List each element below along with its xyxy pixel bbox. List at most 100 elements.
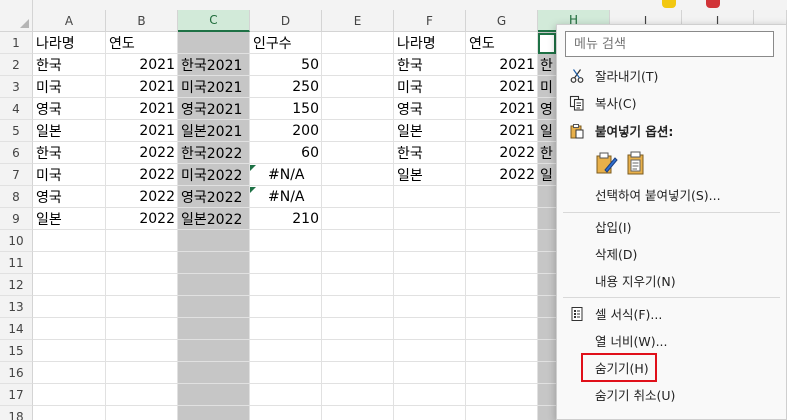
cell-f2[interactable]: 한국	[394, 54, 466, 76]
select-all-button[interactable]	[0, 0, 33, 32]
cell-d9[interactable]: 210	[250, 208, 322, 230]
menu-search-input[interactable]	[565, 31, 774, 57]
row-header-2[interactable]: 2	[0, 54, 33, 76]
cell-h5[interactable]: 일	[538, 120, 556, 142]
row-header-9[interactable]: 9	[0, 208, 33, 230]
column-header-g[interactable]: G	[466, 10, 538, 32]
cell-c7[interactable]: 미국2022	[178, 164, 250, 186]
cell-c2[interactable]: 한국2021	[178, 54, 250, 76]
cell-d2[interactable]: 50	[250, 54, 322, 76]
row-header-13[interactable]: 13	[0, 296, 33, 318]
menu-item-paste-special-label: 선택하여 붙여넣기(S)...	[595, 188, 721, 203]
row-header-10[interactable]: 10	[0, 230, 33, 252]
cell-h7[interactable]: 일	[538, 164, 556, 186]
cell-b8[interactable]: 2022	[106, 186, 178, 208]
cell-f1[interactable]: 나라명	[394, 32, 466, 54]
cell-a5[interactable]: 일본	[33, 120, 106, 142]
cell-f4[interactable]: 영국	[394, 98, 466, 120]
column-header-b[interactable]: B	[106, 10, 178, 32]
cell-c9[interactable]: 일본2022	[178, 208, 250, 230]
cell-a2[interactable]: 한국	[33, 54, 106, 76]
column-header-e[interactable]: E	[322, 10, 394, 32]
row-header-12[interactable]: 12	[0, 274, 33, 296]
active-cell-h1[interactable]	[538, 33, 556, 54]
cell-a3[interactable]: 미국	[33, 76, 106, 98]
ribbon-edge	[0, 0, 787, 10]
cell-d3[interactable]: 250	[250, 76, 322, 98]
cell-a7[interactable]: 미국	[33, 164, 106, 186]
cell-b4[interactable]: 2021	[106, 98, 178, 120]
column-header-d[interactable]: D	[250, 10, 322, 32]
row-header-11[interactable]: 11	[0, 252, 33, 274]
cell-b3[interactable]: 2021	[106, 76, 178, 98]
cell-g2[interactable]: 2021	[466, 54, 538, 76]
cell-c6[interactable]: 한국2022	[178, 142, 250, 164]
cell-d7[interactable]: #N/A	[265, 164, 322, 186]
row-header-8[interactable]: 8	[0, 186, 33, 208]
menu-item-cut[interactable]: 잘라내기(T)	[557, 62, 786, 89]
cell-h4[interactable]: 영	[538, 98, 556, 120]
cell-b2[interactable]: 2021	[106, 54, 178, 76]
row-header-1[interactable]: 1	[0, 32, 33, 54]
cell-f3[interactable]: 미국	[394, 76, 466, 98]
column-header-f[interactable]: F	[394, 10, 466, 32]
menu-item-copy[interactable]: 복사(C)	[557, 89, 786, 116]
cell-a8[interactable]: 영국	[33, 186, 106, 208]
menu-item-paste-special[interactable]: 선택하여 붙여넣기(S)...	[557, 181, 786, 208]
cell-g1[interactable]: 연도	[466, 32, 538, 54]
cell-g5[interactable]: 2021	[466, 120, 538, 142]
cell-b1[interactable]: 연도	[106, 32, 178, 54]
column-header-a[interactable]: A	[33, 10, 106, 32]
row-header-18[interactable]: 18	[0, 406, 33, 420]
paste-values-icon[interactable]	[623, 150, 649, 176]
menu-item-paste-options-label: 붙여넣기 옵션:	[595, 124, 674, 139]
menu-item-unhide-label: 숨기기 취소(U)	[595, 388, 676, 403]
row-header-3[interactable]: 3	[0, 76, 33, 98]
menu-item-column-width[interactable]: 열 너비(W)...	[557, 327, 786, 354]
cell-d4[interactable]: 150	[250, 98, 322, 120]
cell-d1[interactable]: 인구수	[250, 32, 322, 54]
menu-item-column-width-label: 열 너비(W)...	[595, 334, 668, 349]
paste-formatting-icon[interactable]	[593, 150, 619, 176]
cell-f5[interactable]: 일본	[394, 120, 466, 142]
cell-g3[interactable]: 2021	[466, 76, 538, 98]
cell-c5[interactable]: 일본2021	[178, 120, 250, 142]
cell-h3[interactable]: 미	[538, 76, 556, 98]
cell-d6[interactable]: 60	[250, 142, 322, 164]
cell-a6[interactable]: 한국	[33, 142, 106, 164]
row-header-7[interactable]: 7	[0, 164, 33, 186]
menu-item-insert-label: 삽입(I)	[595, 220, 632, 235]
row-header-6[interactable]: 6	[0, 142, 33, 164]
row-header-4[interactable]: 4	[0, 98, 33, 120]
cell-g4[interactable]: 2021	[466, 98, 538, 120]
cell-b9[interactable]: 2022	[106, 208, 178, 230]
cell-c4[interactable]: 영국2021	[178, 98, 250, 120]
menu-item-delete[interactable]: 삭제(D)	[557, 240, 786, 267]
cell-a4[interactable]: 영국	[33, 98, 106, 120]
menu-item-unhide[interactable]: 숨기기 취소(U)	[557, 381, 786, 408]
row-header-17[interactable]: 17	[0, 384, 33, 406]
cell-a1[interactable]: 나라명	[33, 32, 106, 54]
row-header-5[interactable]: 5	[0, 120, 33, 142]
cell-c8[interactable]: 영국2022	[178, 186, 250, 208]
row-header-16[interactable]: 16	[0, 362, 33, 384]
cell-h2[interactable]: 한	[538, 54, 556, 76]
cell-d8[interactable]: #N/A	[265, 186, 322, 208]
menu-item-insert[interactable]: 삽입(I)	[557, 213, 786, 240]
cell-f7[interactable]: 일본	[394, 164, 466, 186]
menu-item-format-cells[interactable]: 셀 서식(F)...	[557, 300, 786, 327]
cell-a9[interactable]: 일본	[33, 208, 106, 230]
column-header-c[interactable]: C	[178, 10, 250, 32]
cell-h6[interactable]: 한	[538, 142, 556, 164]
row-header-14[interactable]: 14	[0, 318, 33, 340]
cell-d5[interactable]: 200	[250, 120, 322, 142]
cell-g7[interactable]: 2022	[466, 164, 538, 186]
cell-c3[interactable]: 미국2021	[178, 76, 250, 98]
cell-b5[interactable]: 2021	[106, 120, 178, 142]
row-header-15[interactable]: 15	[0, 340, 33, 362]
menu-item-clear-contents[interactable]: 내용 지우기(N)	[557, 267, 786, 294]
cell-g6[interactable]: 2022	[466, 142, 538, 164]
cell-b7[interactable]: 2022	[106, 164, 178, 186]
cell-b6[interactable]: 2022	[106, 142, 178, 164]
cell-f6[interactable]: 한국	[394, 142, 466, 164]
